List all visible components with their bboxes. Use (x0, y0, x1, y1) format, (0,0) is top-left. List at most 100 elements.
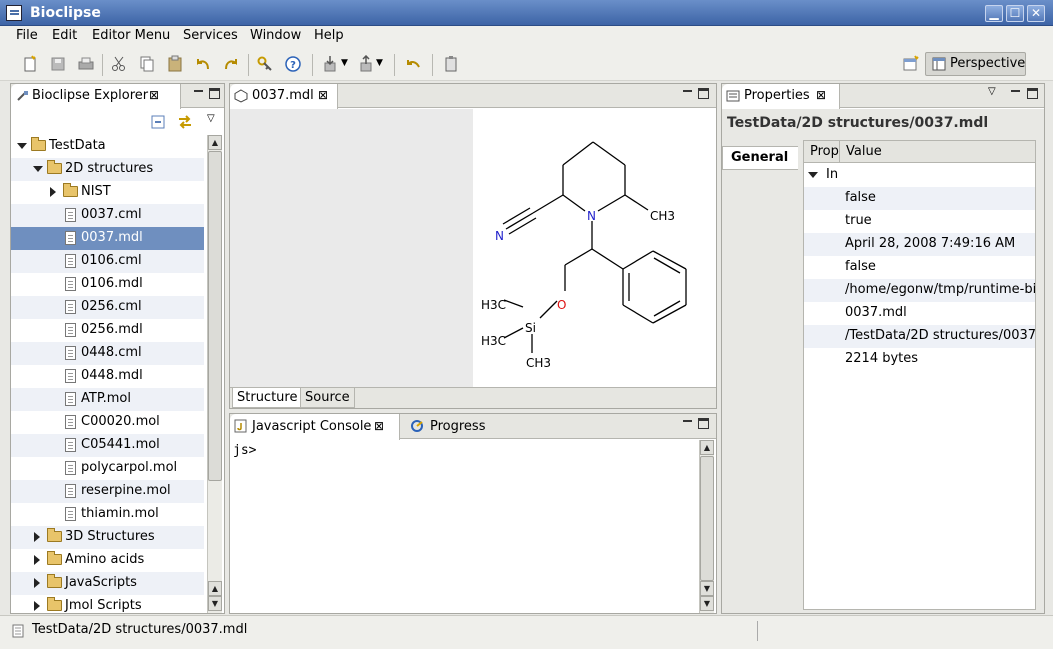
redo-icon[interactable] (222, 55, 240, 73)
property-group-row[interactable]: In (804, 164, 1035, 187)
minimize-view-icon[interactable] (682, 87, 693, 98)
scroll-up-button[interactable]: ▲ (208, 581, 222, 596)
back-icon[interactable] (404, 55, 422, 73)
tree-file-item[interactable]: 0106.mdl (11, 273, 204, 296)
property-row[interactable]: 2214 bytes (804, 348, 1035, 371)
menu-editor-menu[interactable]: Editor Menu (92, 28, 170, 43)
undo-icon[interactable] (194, 55, 212, 73)
maximize-view-icon[interactable] (1027, 88, 1038, 99)
menu-window[interactable]: Window (250, 28, 301, 43)
tree-folder-item[interactable]: 2D structures (11, 158, 204, 181)
expand-icon[interactable] (34, 578, 40, 588)
close-tab-icon[interactable]: ⊠ (374, 419, 384, 433)
expand-icon[interactable] (50, 187, 56, 197)
chevron-down-icon[interactable]: ▼ (341, 58, 348, 68)
expand-icon[interactable] (34, 601, 40, 611)
tree-folder-item[interactable]: 3D Structures (11, 526, 204, 549)
help-icon[interactable]: ? (284, 55, 302, 73)
close-tab-icon[interactable]: ⊠ (318, 88, 328, 102)
collapse-icon[interactable] (17, 143, 27, 149)
open-perspective-icon[interactable] (902, 55, 920, 73)
perspective-button[interactable]: Perspective (925, 52, 1026, 76)
collapse-all-icon[interactable] (151, 115, 165, 129)
tab-0037-mdl[interactable]: 0037.mdl ⊠ (230, 84, 338, 109)
property-row[interactable]: false (804, 256, 1035, 279)
console-scrollbar[interactable]: ▲ ▼ ▼ (699, 440, 714, 613)
tree-file-item[interactable]: polycarpol.mol (11, 457, 204, 480)
maximize-view-icon[interactable] (698, 418, 709, 429)
tree-file-item[interactable]: 0448.cml (11, 342, 204, 365)
import-icon[interactable] (322, 55, 340, 73)
view-menu-chevron-icon[interactable]: ▽ (988, 86, 996, 97)
tree-folder-item[interactable]: TestData (11, 135, 204, 158)
menu-edit[interactable]: Edit (52, 28, 77, 43)
tree-file-item[interactable]: reserpine.mol (11, 480, 204, 503)
menu-services[interactable]: Services (183, 28, 238, 43)
tree-file-item[interactable]: 0037.cml (11, 204, 204, 227)
paste-icon[interactable] (166, 55, 184, 73)
view-menu-chevron-icon[interactable]: ▽ (207, 113, 215, 124)
section-tab-general[interactable]: General (722, 146, 798, 170)
tree-file-item[interactable]: 0448.mdl (11, 365, 204, 388)
copy-icon[interactable] (138, 55, 156, 73)
tree-file-item[interactable]: C00020.mol (11, 411, 204, 434)
new-icon[interactable] (21, 55, 39, 73)
scroll-thumb[interactable] (700, 456, 714, 581)
tree-folder-item[interactable]: NIST (11, 181, 204, 204)
maximize-view-icon[interactable] (698, 88, 709, 99)
tab-structure[interactable]: Structure (232, 388, 303, 408)
property-row[interactable]: April 28, 2008 7:49:16 AM (804, 233, 1035, 256)
scroll-down-button[interactable]: ▼ (700, 596, 714, 611)
tab-progress[interactable]: Progress (430, 419, 485, 434)
scroll-down-button[interactable]: ▼ (700, 581, 714, 596)
expand-icon[interactable] (34, 532, 40, 542)
tree-folder-item[interactable]: JavaScripts (11, 572, 204, 595)
maximize-button[interactable]: ☐ (1006, 5, 1024, 22)
tree-file-item[interactable]: 0037.mdl (11, 227, 204, 250)
property-row[interactable]: /TestData/2D structures/0037. (804, 325, 1035, 348)
column-header-prop[interactable]: Prop (804, 141, 840, 163)
tab-bioclipse-explorer[interactable]: Bioclipse Explorer ⊠ (11, 84, 181, 109)
tree-folder-item[interactable]: Amino acids (11, 549, 204, 572)
save-icon[interactable] (49, 55, 67, 73)
tab-javascript-console[interactable]: Javascript Console ⊠ (230, 414, 400, 440)
expand-icon[interactable] (34, 555, 40, 565)
close-tab-icon[interactable]: ⊠ (816, 88, 826, 102)
tree-file-item[interactable]: C05441.mol (11, 434, 204, 457)
tab-properties[interactable]: Properties ⊠ (722, 84, 840, 109)
molecule-structure-view[interactable]: N N O Si CH3 H3C H3C CH3 (473, 109, 716, 387)
chevron-down-icon[interactable]: ▼ (376, 58, 383, 68)
property-row[interactable]: true (804, 210, 1035, 233)
cut-icon[interactable] (110, 55, 128, 73)
tree-file-item[interactable]: thiamin.mol (11, 503, 204, 526)
column-header-value[interactable]: Value (846, 144, 882, 159)
tree-file-item[interactable]: 0106.cml (11, 250, 204, 273)
tree-file-item[interactable]: 0256.mdl (11, 319, 204, 342)
console-output[interactable]: js> (230, 440, 698, 613)
menu-file[interactable]: File (16, 28, 38, 43)
tab-source[interactable]: Source (300, 388, 355, 408)
property-row[interactable]: 0037.mdl (804, 302, 1035, 325)
expand-icon[interactable] (808, 172, 818, 178)
link-editor-icon[interactable] (177, 114, 193, 130)
maximize-view-icon[interactable] (209, 88, 220, 99)
clipboard-icon[interactable] (442, 55, 460, 73)
close-tab-icon[interactable]: ⊠ (149, 88, 159, 102)
tree-folder-item[interactable]: Jmol Scripts (11, 595, 204, 613)
minimize-view-icon[interactable] (1010, 87, 1021, 98)
explorer-scrollbar[interactable]: ▲ ▲ ▼ (207, 135, 222, 613)
tree-file-item[interactable]: ATP.mol (11, 388, 204, 411)
property-row[interactable]: /home/egonw/tmp/runtime-bioc (804, 279, 1035, 302)
tree-file-item[interactable]: 0256.cml (11, 296, 204, 319)
scroll-up-button[interactable]: ▲ (208, 135, 222, 150)
minimize-button[interactable]: ▁ (985, 5, 1003, 22)
close-button[interactable]: ✕ (1027, 5, 1045, 22)
scroll-up-button[interactable]: ▲ (700, 440, 714, 455)
title-bar[interactable]: Bioclipse ▁ ☐ ✕ (0, 0, 1053, 26)
property-row[interactable]: false (804, 187, 1035, 210)
export-icon[interactable] (358, 55, 376, 73)
scroll-down-button[interactable]: ▼ (208, 596, 222, 611)
menu-help[interactable]: Help (314, 28, 344, 43)
collapse-icon[interactable] (33, 166, 43, 172)
print-icon[interactable] (77, 55, 95, 73)
